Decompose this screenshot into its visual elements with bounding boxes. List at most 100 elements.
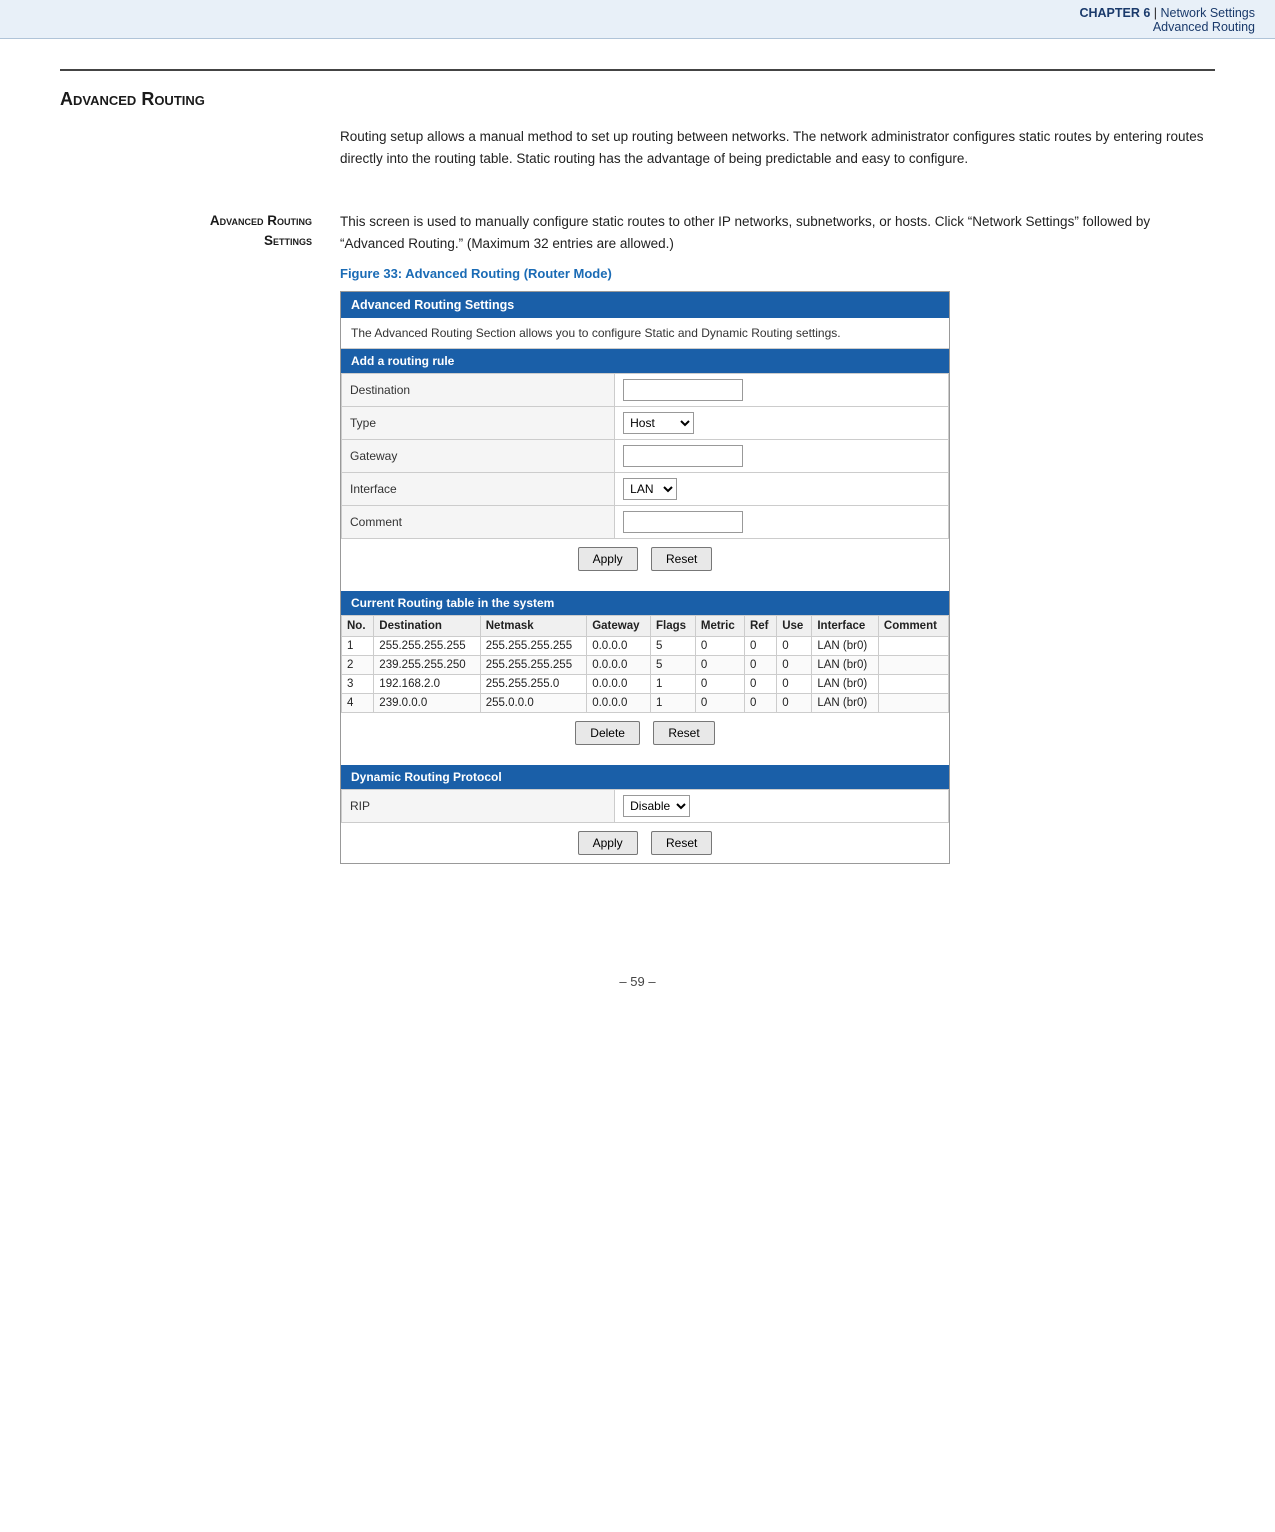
table-row: 3192.168.2.0255.255.255.00.0.0.01000LAN … [342,675,949,694]
settings-block: Advanced Routing Settings This screen is… [60,211,1215,864]
table-cell: 2 [342,656,374,675]
comment-row: Comment [342,506,949,539]
main-content: Advanced Routing Routing setup allows a … [0,39,1275,954]
table-cell: 0 [777,675,812,694]
destination-input[interactable] [623,379,743,401]
table-cell: 1 [650,675,695,694]
chapter-label: CHAPTER 6 [1079,6,1150,20]
interface-select[interactable]: LAN WAN [623,478,677,500]
type-value: Host Network [615,407,949,440]
gateway-label: Gateway [342,440,615,473]
header-title: Network Settings [1161,6,1255,20]
interface-label: Interface [342,473,615,506]
apply-button-1[interactable]: Apply [578,547,638,571]
destination-label: Destination [342,374,615,407]
col-comment: Comment [878,616,948,637]
comment-input[interactable] [623,511,743,533]
header-separator: | [1150,6,1160,20]
table-cell: 0 [744,656,776,675]
rip-row: RIP Disable Enable [342,790,949,823]
table-cell: LAN (br0) [812,694,879,713]
table-cell: 0.0.0.0 [587,637,651,656]
table-cell: 239.255.255.250 [374,656,480,675]
col-metric: Metric [695,616,744,637]
table-cell: 1 [342,637,374,656]
dynamic-button-row: Apply Reset [341,823,949,863]
router-panel: Advanced Routing Settings The Advanced R… [340,291,950,864]
col-destination: Destination [374,616,480,637]
table-cell [878,694,948,713]
table-cell: 255.255.255.255 [374,637,480,656]
table-cell: 192.168.2.0 [374,675,480,694]
table-cell: 0 [695,694,744,713]
table-row: 4239.0.0.0255.0.0.00.0.0.01000LAN (br0) [342,694,949,713]
table-cell: 3 [342,675,374,694]
col-netmask: Netmask [480,616,586,637]
table-cell: 4 [342,694,374,713]
table-cell: 5 [650,656,695,675]
table-cell: 0 [777,656,812,675]
table-cell: LAN (br0) [812,656,879,675]
section-divider [60,69,1215,71]
rip-select[interactable]: Disable Enable [623,795,690,817]
table-cell: 255.255.255.255 [480,656,586,675]
table-cell: LAN (br0) [812,637,879,656]
table-cell: 255.255.255.255 [480,637,586,656]
dynamic-routing-form: RIP Disable Enable [341,789,949,823]
panel-header: Advanced Routing Settings [341,292,949,318]
table-cell: 0 [777,637,812,656]
footer-text: – 59 – [619,974,655,989]
reset-button-2[interactable]: Reset [653,721,714,745]
gateway-row: Gateway [342,440,949,473]
table-cell: 255.0.0.0 [480,694,586,713]
type-label: Type [342,407,615,440]
table-cell: 0 [744,675,776,694]
col-flags: Flags [650,616,695,637]
interface-row: Interface LAN WAN [342,473,949,506]
table-cell [878,656,948,675]
type-row: Type Host Network [342,407,949,440]
rip-label: RIP [342,790,615,823]
destination-value [615,374,949,407]
reset-button-1[interactable]: Reset [651,547,712,571]
interface-value: LAN WAN [615,473,949,506]
table-cell: 239.0.0.0 [374,694,480,713]
delete-button[interactable]: Delete [575,721,640,745]
table-cell [878,637,948,656]
table-cell: 0.0.0.0 [587,656,651,675]
description-block: Routing setup allows a manual method to … [60,126,1215,169]
header-subtitle: Advanced Routing [1153,20,1255,34]
table-cell: 255.255.255.0 [480,675,586,694]
table-cell [878,675,948,694]
dynamic-routing-bar: Dynamic Routing Protocol [341,765,949,789]
table-cell: 0 [695,656,744,675]
gateway-input[interactable] [623,445,743,467]
reset-button-3[interactable]: Reset [651,831,712,855]
settings-description: This screen is used to manually configur… [340,211,1215,254]
figure-label: Figure 33: Advanced Routing (Router Mode… [340,266,1215,281]
left-label-empty [60,126,340,169]
table-cell: 0 [744,694,776,713]
col-use: Use [777,616,812,637]
gateway-value [615,440,949,473]
table-cell: 1 [650,694,695,713]
table-cell: 0 [695,637,744,656]
type-select[interactable]: Host Network [623,412,694,434]
comment-value [615,506,949,539]
col-ref: Ref [744,616,776,637]
apply-button-2[interactable]: Apply [578,831,638,855]
table-row: 1255.255.255.255255.255.255.2550.0.0.050… [342,637,949,656]
table-row: 2239.255.255.250255.255.255.2550.0.0.050… [342,656,949,675]
table-cell: 0 [695,675,744,694]
section-description: Routing setup allows a manual method to … [340,126,1215,169]
table-cell: 5 [650,637,695,656]
table-cell: 0 [744,637,776,656]
table-cell: 0.0.0.0 [587,694,651,713]
panel-description: The Advanced Routing Section allows you … [341,318,949,349]
table-cell: LAN (br0) [812,675,879,694]
col-no: No. [342,616,374,637]
form-button-row: Apply Reset [341,539,949,579]
section-title: Advanced Routing [60,89,1215,110]
comment-label: Comment [342,506,615,539]
table-cell: 0.0.0.0 [587,675,651,694]
